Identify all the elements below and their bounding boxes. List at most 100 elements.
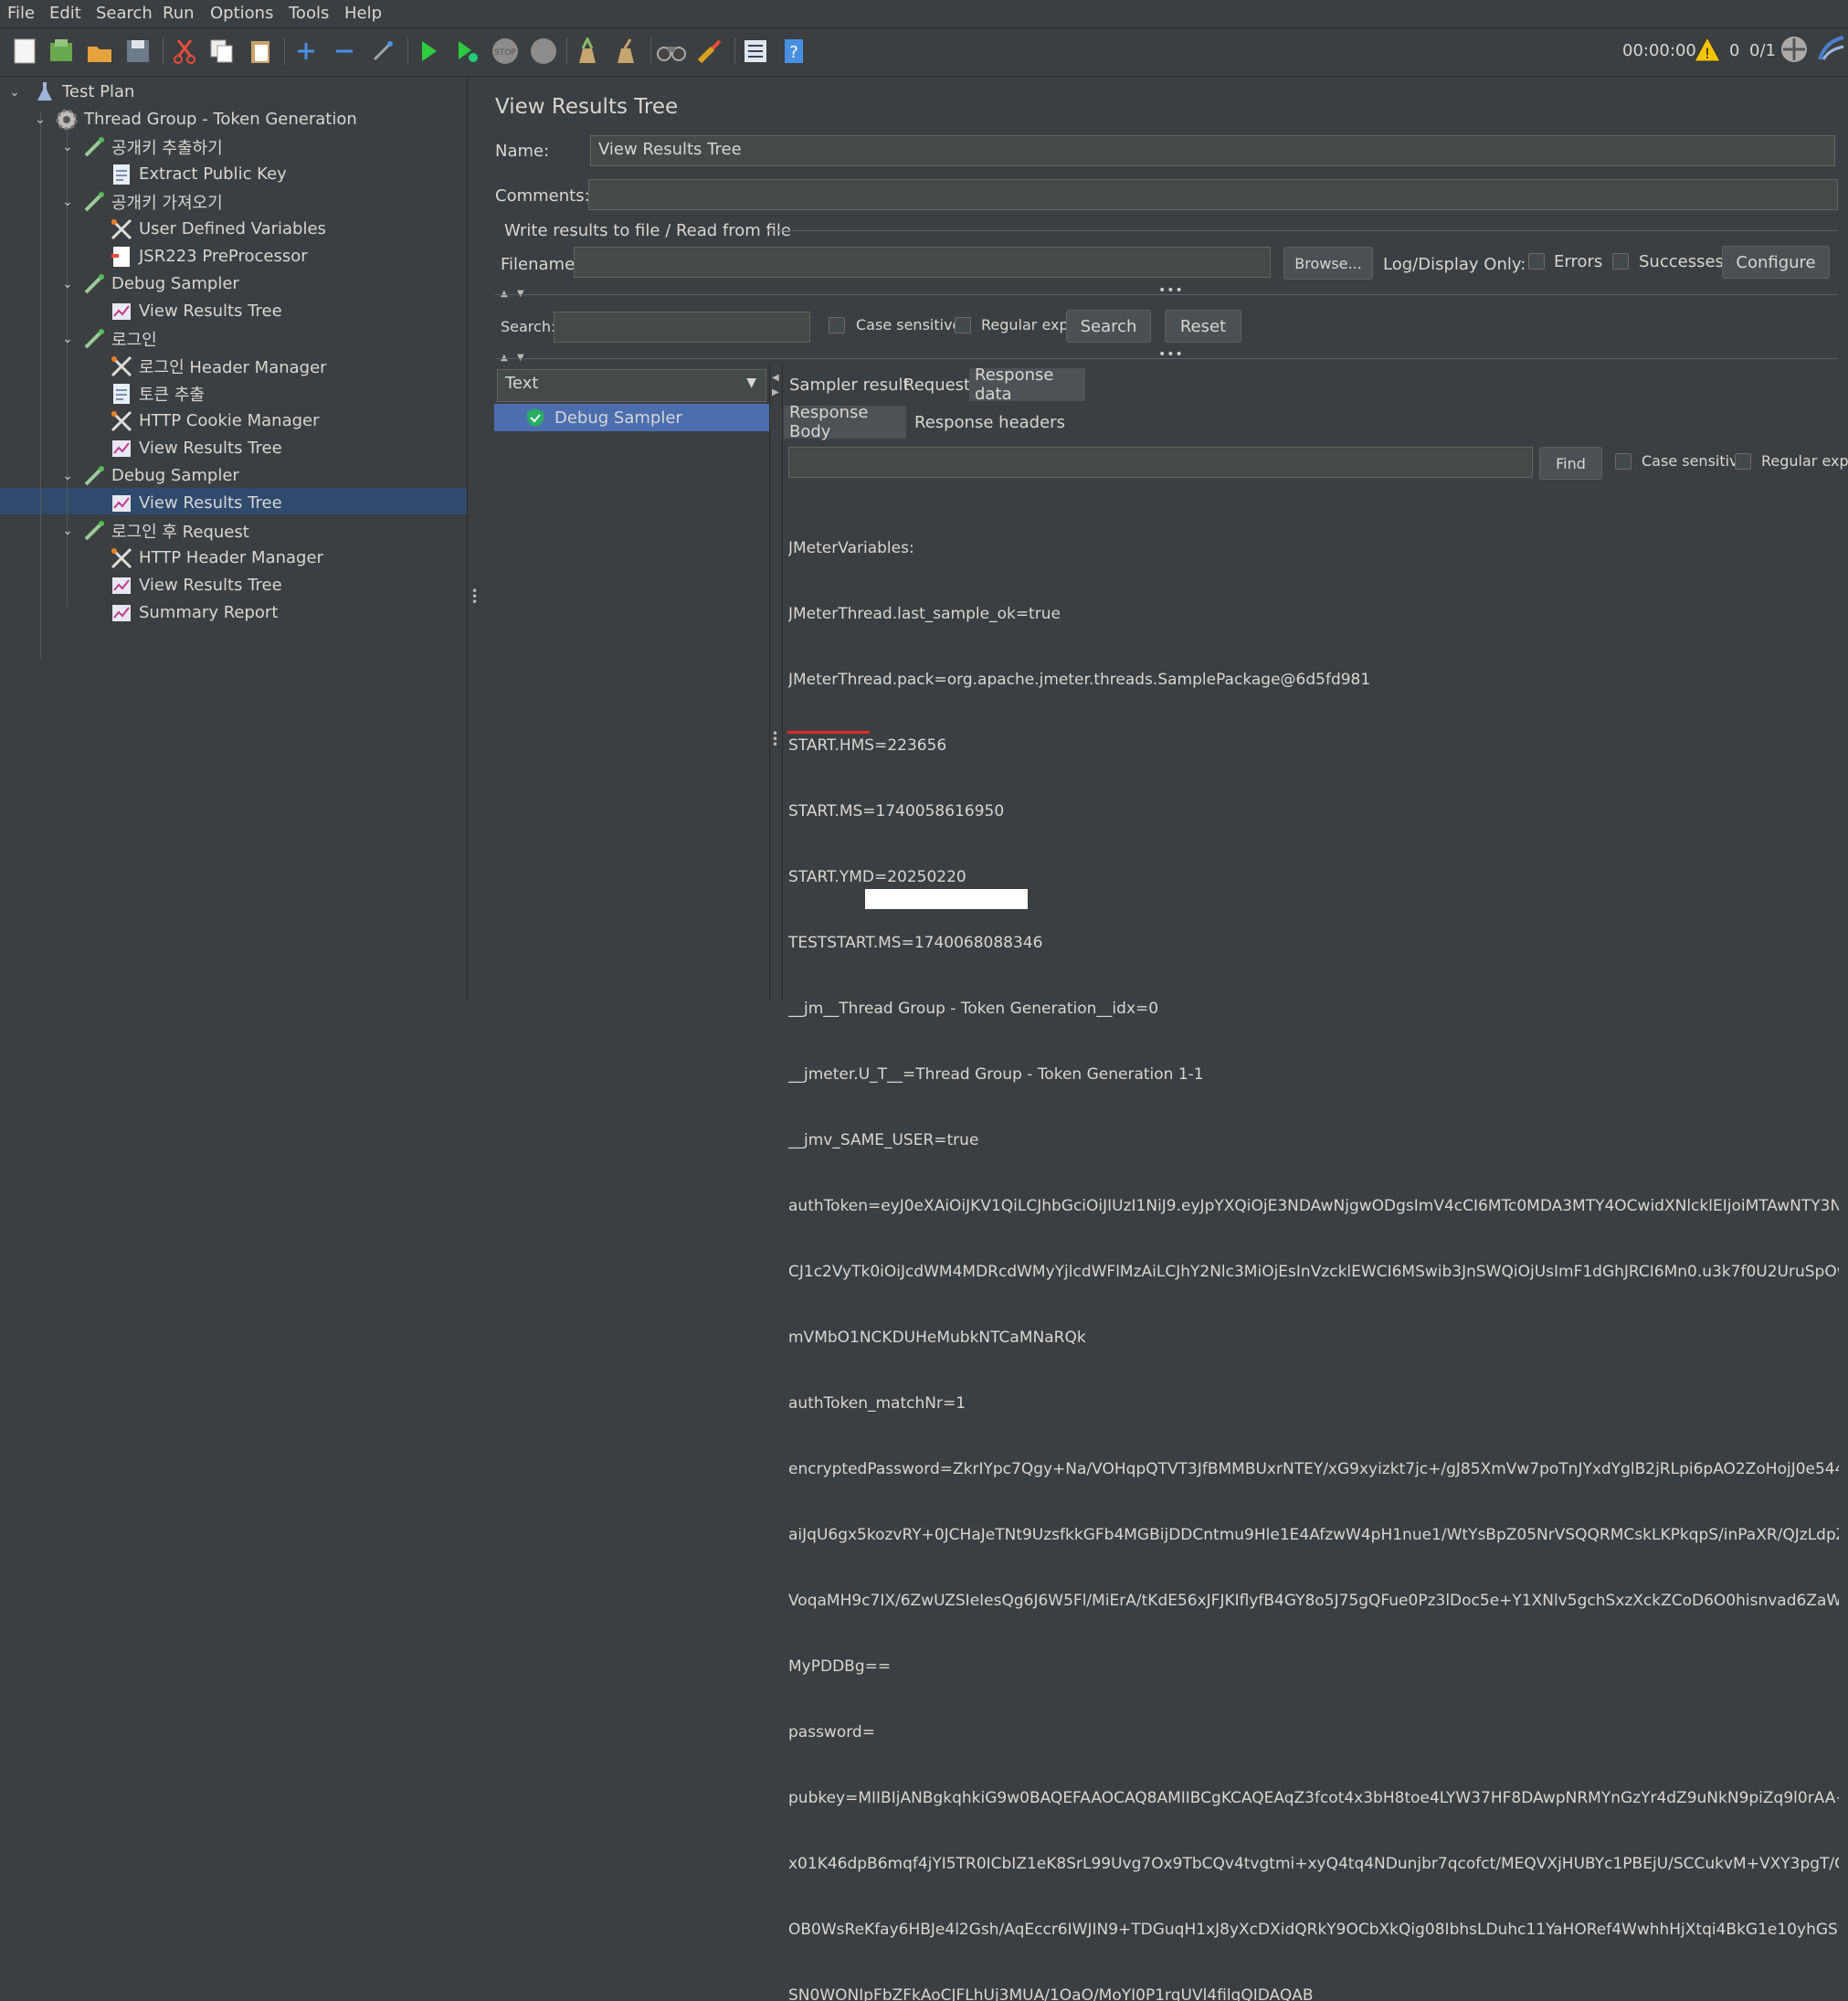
help-icon[interactable]: ? — [778, 36, 809, 67]
tree-item-thread-group[interactable]: ⌄ Thread Group - Token Generation — [33, 106, 357, 132]
chevron-down-icon[interactable]: ⌄ — [60, 524, 75, 538]
reset-search-icon[interactable] — [694, 36, 725, 67]
comments-field[interactable] — [588, 179, 1838, 210]
menu-options[interactable]: Options — [210, 4, 273, 23]
paste-icon[interactable] — [245, 36, 276, 67]
reset-button[interactable]: Reset — [1165, 310, 1241, 343]
tree-item-listener-selected[interactable]: View Results Tree — [110, 490, 282, 516]
result-item-debug-sampler[interactable]: Debug Sampler — [494, 404, 769, 431]
tree-item-config[interactable]: HTTP Cookie Manager — [110, 408, 320, 434]
menu-file[interactable]: File — [7, 4, 35, 23]
regular-exp-checkbox[interactable] — [955, 317, 971, 334]
split-handle-icon[interactable]: ••• — [1158, 347, 1184, 362]
tab-response-body[interactable]: Response Body — [784, 403, 906, 441]
find-case-sensitive-checkbox[interactable] — [1615, 453, 1632, 470]
clear-all-icon[interactable] — [610, 36, 641, 67]
chevron-down-icon[interactable]: ⌄ — [33, 112, 48, 127]
find-button[interactable]: Find — [1539, 447, 1602, 480]
open-icon[interactable] — [84, 36, 115, 67]
chevron-down-icon[interactable]: ⌄ — [7, 85, 22, 100]
tree-item-listener[interactable]: Summary Report — [110, 599, 278, 626]
tree-item-label: View Results Tree — [139, 439, 282, 458]
collapse-icon[interactable] — [329, 36, 360, 67]
tab-request[interactable]: Request — [898, 368, 976, 401]
tree-item-config[interactable]: User Defined Variables — [110, 216, 326, 242]
templates-icon[interactable] — [46, 36, 77, 67]
function-helper-icon[interactable] — [740, 36, 771, 67]
filename-field[interactable] — [574, 247, 1271, 278]
menu-run[interactable]: Run — [163, 4, 195, 23]
start-no-pauses-icon[interactable] — [451, 36, 482, 67]
tree-item-sampler[interactable]: ⌄ 로그인 — [60, 325, 157, 352]
new-icon[interactable] — [9, 36, 40, 67]
response-line: __jm__Thread Group - Token Generation__i… — [788, 1000, 1159, 1018]
chevron-down-icon[interactable]: ⌄ — [60, 195, 75, 209]
browse-button[interactable]: Browse... — [1283, 247, 1373, 280]
copy-icon[interactable] — [206, 36, 238, 67]
chevron-down-icon[interactable]: ⌄ — [60, 277, 75, 291]
chevron-down-icon[interactable]: ⌄ — [60, 469, 75, 483]
search-button[interactable]: Search — [1066, 310, 1151, 343]
search-field[interactable] — [554, 312, 810, 343]
chevron-down-icon[interactable]: ⌄ — [60, 140, 75, 154]
tree-item-listener[interactable]: View Results Tree — [110, 298, 282, 324]
response-line: encryptedPassword=ZkrIYpc7Qgy+Na/VOHqpQT… — [788, 1460, 1839, 1478]
svg-text:STOP: STOP — [494, 48, 516, 58]
tree-item-label: HTTP Header Manager — [139, 548, 323, 567]
find-field[interactable] — [788, 447, 1533, 478]
tab-response-data[interactable]: Response data — [969, 365, 1085, 404]
tree-splitter[interactable]: • • • — [468, 77, 480, 1000]
response-body[interactable]: JMeterVariables: JMeterThread.last_sampl… — [788, 493, 1839, 2001]
tree-item-listener[interactable]: View Results Tree — [110, 572, 282, 598]
drag-handle-icon[interactable]: • • • — [772, 728, 778, 750]
tree-item-label: Thread Group - Token Generation — [84, 110, 357, 129]
tree-item-sampler[interactable]: ⌄ 로그인 후 Request — [60, 517, 249, 544]
tree-item-sampler[interactable]: ⌄ Debug Sampler — [60, 270, 239, 297]
menu-help[interactable]: Help — [344, 4, 382, 23]
search-binoculars-icon[interactable] — [656, 36, 687, 67]
start-icon[interactable] — [413, 36, 444, 67]
drag-handle-icon[interactable]: • • • — [471, 586, 478, 608]
find-regular-exp-checkbox[interactable] — [1735, 453, 1751, 470]
save-icon[interactable] — [122, 36, 153, 67]
split-handle-icon[interactable]: ••• — [1158, 283, 1184, 298]
warning-icon[interactable]: ! — [1692, 34, 1723, 65]
tree-item-sampler[interactable]: ⌄ Debug Sampler — [60, 462, 239, 489]
tab-sampler-result[interactable]: Sampler result — [784, 368, 915, 401]
tree-item-extractor[interactable]: Extract Public Key — [110, 161, 287, 187]
response-line: JMeterVariables: — [788, 539, 914, 557]
case-sensitive-checkbox[interactable] — [829, 317, 845, 334]
response-line: __jmv_SAME_USER=true — [788, 1131, 979, 1149]
arrow-right-icon[interactable]: ▶ — [772, 387, 779, 397]
name-field[interactable]: View Results Tree — [590, 135, 1835, 166]
case-sensitive-label: Case sensitive — [856, 316, 962, 334]
toggle-icon[interactable] — [367, 36, 398, 67]
tree-item-sampler[interactable]: ⌄ 공개키 가져오기 — [60, 188, 223, 215]
chevron-down-icon[interactable]: ⌄ — [60, 332, 75, 346]
tree-item-listener[interactable]: View Results Tree — [110, 435, 282, 461]
errors-checkbox[interactable] — [1528, 253, 1545, 270]
tree-item-sampler[interactable]: ⌄ 공개키 추출하기 — [60, 133, 223, 160]
tree-item-test-plan[interactable]: ⌄ Test Plan — [7, 79, 134, 105]
sampler-icon — [82, 327, 106, 351]
name-label: Name: — [495, 142, 550, 161]
successes-checkbox[interactable] — [1612, 253, 1629, 270]
renderer-select[interactable]: Text ▼ — [497, 369, 766, 402]
tree-item-preprocessor[interactable]: JSR223 PreProcessor — [110, 243, 308, 270]
tree-item-config[interactable]: 로그인 Header Manager — [110, 353, 327, 379]
shutdown-icon[interactable] — [528, 36, 559, 67]
tree-item-extractor[interactable]: 토큰 추출 — [110, 380, 205, 407]
tab-response-headers[interactable]: Response headers — [909, 406, 1071, 439]
clear-icon[interactable] — [572, 36, 603, 67]
sampler-icon — [82, 464, 106, 488]
menu-edit[interactable]: Edit — [49, 4, 81, 23]
arrow-left-icon[interactable]: ◀ — [772, 373, 779, 383]
configure-button[interactable]: Configure — [1722, 246, 1830, 279]
response-line: OB0WsReKfay6HBJe4l2Gsh/AqEccr6IWJIN9+TDG… — [788, 1921, 1839, 1939]
cut-icon[interactable] — [169, 36, 200, 67]
menu-search[interactable]: Search — [96, 4, 153, 23]
stop-icon[interactable]: STOP — [490, 36, 521, 67]
tree-item-config[interactable]: HTTP Header Manager — [110, 545, 323, 571]
expand-icon[interactable] — [290, 36, 322, 67]
menu-tools[interactable]: Tools — [289, 4, 329, 23]
